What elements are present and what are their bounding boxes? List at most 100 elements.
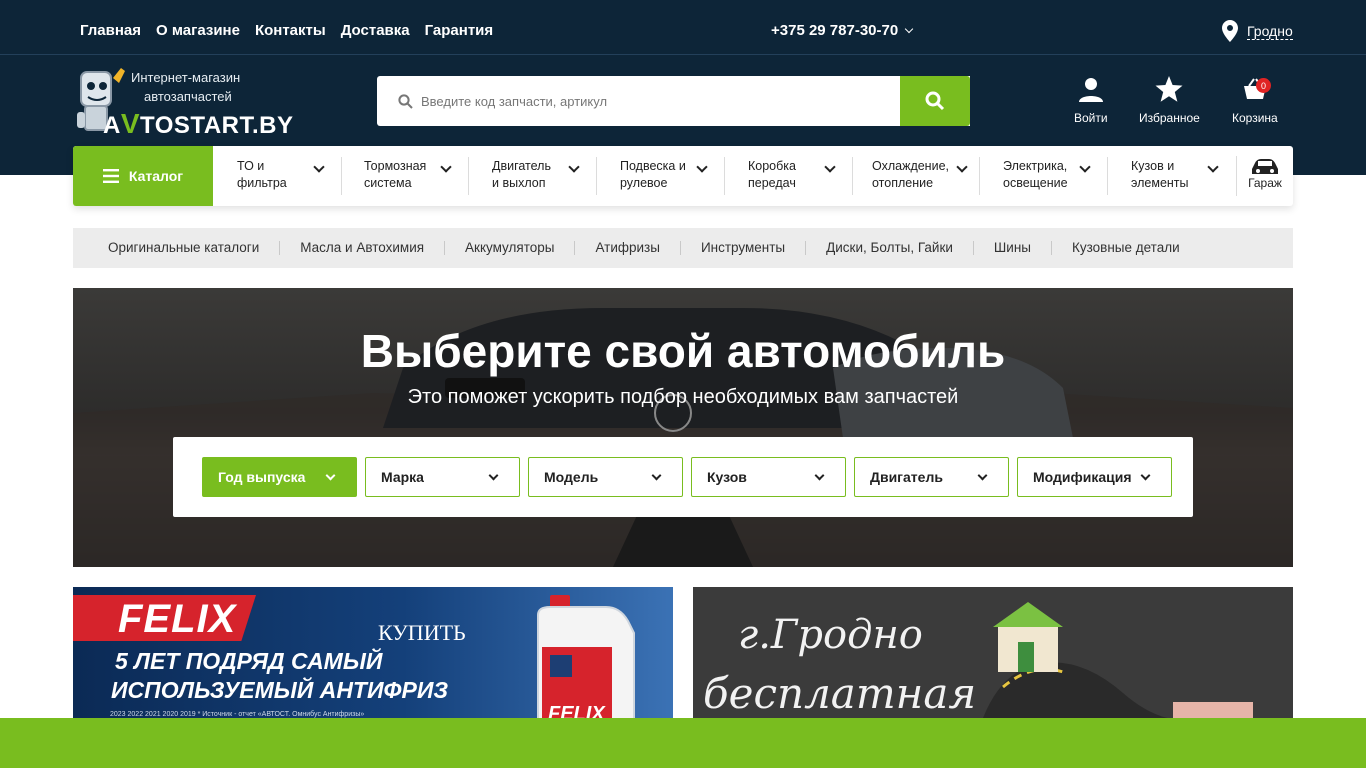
chevron-down-icon: [440, 161, 452, 173]
category-gearbox[interactable]: Коробка передач: [748, 158, 840, 194]
catalog-bar: Каталог ТО и фильтра Тормозная система Д…: [73, 146, 1293, 206]
category-electrics-lighting[interactable]: Электрика, освещение: [1003, 158, 1095, 194]
garage-label: Гараж: [1248, 176, 1282, 190]
subnav-batteries[interactable]: Аккумуляторы: [445, 241, 576, 255]
subnav-wheels-bolts[interactable]: Диски, Болты, Гайки: [806, 241, 974, 255]
category-divider: [979, 157, 980, 195]
search-box: [377, 76, 970, 126]
subnav-tools[interactable]: Инструменты: [681, 241, 807, 255]
banner-city-text: г.Гродно: [738, 612, 923, 658]
grodno-delivery-banner[interactable]: г.Гродно бесплатная: [693, 587, 1293, 718]
chevron-down-icon: [1079, 161, 1091, 173]
category-divider: [341, 157, 342, 195]
chevron-down-icon: [651, 470, 662, 481]
top-nav: Главная О магазине Контакты Доставка Гар…: [80, 22, 493, 39]
chevron-down-icon: [1207, 161, 1219, 173]
car-selector-panel: Год выпуска Марка Модель Кузов Двигатель…: [173, 437, 1193, 517]
logo-brand: AVTOSTART.BY: [103, 108, 293, 140]
category-brake-system[interactable]: Тормозная система: [364, 158, 456, 194]
city-name: Гродно: [1247, 22, 1293, 40]
search-input[interactable]: [421, 93, 891, 109]
category-suspension-steering[interactable]: Подвеска и рулевое: [620, 158, 712, 194]
nav-warranty-link[interactable]: Гарантия: [425, 22, 494, 39]
favorites-button[interactable]: Избранное: [1139, 76, 1200, 125]
select-body-label: Кузов: [707, 469, 747, 485]
select-year-label: Год выпуска: [218, 469, 306, 485]
logo-tagline-1: Интернет-магазин: [131, 70, 241, 85]
category-label: Двигатель и выхлоп: [492, 159, 551, 190]
user-icon: [1078, 78, 1103, 102]
select-model[interactable]: Модель: [528, 457, 683, 497]
star-icon: [1155, 76, 1183, 102]
select-body[interactable]: Кузов: [691, 457, 846, 497]
select-year[interactable]: Год выпуска: [202, 457, 357, 497]
category-label: Тормозная система: [364, 159, 427, 190]
banner-free-text: бесплатная: [703, 669, 977, 718]
location-pin-icon: [1222, 20, 1238, 42]
garage-button[interactable]: Гараж: [1236, 156, 1293, 196]
select-engine[interactable]: Двигатель: [854, 457, 1009, 497]
secondary-nav: Оригинальные каталоги Масла и Автохимия …: [73, 228, 1293, 268]
select-brand-label: Марка: [381, 469, 424, 485]
catalog-label: Каталог: [128, 168, 184, 184]
felix-antifreeze-banner[interactable]: FELIX КУПИТЬ 5 ЛЕТ ПОДРЯД САМЫЙ ИСПОЛЬЗУ…: [73, 587, 673, 718]
category-label: Охлаждение, отопление: [872, 159, 949, 190]
chevron-down-icon: [325, 470, 336, 481]
category-divider: [596, 157, 597, 195]
favorites-label: Избранное: [1139, 111, 1200, 125]
chevron-down-icon: [824, 161, 836, 173]
subnav-antifreeze[interactable]: Атифризы: [575, 241, 681, 255]
cart-button[interactable]: 0 Корзина: [1232, 76, 1278, 125]
category-label: Кузов и элементы: [1131, 159, 1189, 190]
nav-about-link[interactable]: О магазине: [156, 22, 240, 39]
banner-promo-line-1: 5 ЛЕТ ПОДРЯД САМЫЙ: [115, 648, 383, 674]
hamburger-icon: [102, 169, 119, 183]
cart-label: Корзина: [1232, 111, 1278, 125]
logo-brand-v: V: [120, 108, 141, 139]
hero-subtitle: Это поможет ускорить подбор необходимых …: [407, 386, 959, 408]
city-selector[interactable]: Гродно: [1222, 20, 1293, 42]
category-engine-exhaust[interactable]: Двигатель и выхлоп: [492, 158, 584, 194]
chevron-down-icon: [696, 161, 708, 173]
nav-contacts-link[interactable]: Контакты: [255, 22, 326, 39]
chevron-down-icon: [488, 470, 499, 481]
login-button[interactable]: Войти: [1074, 76, 1108, 125]
select-modification-label: Модификация: [1033, 469, 1132, 485]
car-icon: [1252, 159, 1278, 174]
antifreeze-bottle-image: FELIX: [537, 595, 635, 718]
category-label: Коробка передач: [748, 159, 796, 190]
category-body-elements[interactable]: Кузов и элементы: [1131, 158, 1223, 194]
category-label: Электрика, освещение: [1003, 159, 1068, 190]
svg-text:FELIX: FELIX: [548, 703, 606, 718]
nav-delivery-link[interactable]: Доставка: [341, 22, 410, 39]
car-selector-hero: Выберите свой автомобиль Это поможет уск…: [73, 288, 1293, 567]
category-maintenance-filters[interactable]: ТО и фильтра: [237, 158, 329, 194]
catalog-button[interactable]: Каталог: [73, 146, 213, 206]
banner-buy-text: КУПИТЬ: [378, 620, 466, 645]
search-icon: [398, 93, 413, 109]
subnav-tires[interactable]: Шины: [974, 241, 1052, 255]
category-divider: [1107, 157, 1108, 195]
select-model-label: Модель: [544, 469, 599, 485]
phone-number: +375 29 787-30-70: [771, 22, 899, 39]
subnav-oils-chemicals[interactable]: Масла и Автохимия: [280, 241, 446, 255]
search-icon: [925, 91, 945, 111]
phone-dropdown[interactable]: +375 29 787-30-70: [771, 22, 914, 39]
chevron-down-icon: [814, 470, 825, 481]
nav-home-link[interactable]: Главная: [80, 22, 141, 39]
category-cooling-heating[interactable]: Охлаждение, отопление: [872, 158, 972, 194]
subnav-original-catalogs[interactable]: Оригинальные каталоги: [88, 241, 281, 255]
felix-logo: FELIX: [118, 597, 237, 641]
logo-brand-rest: TOSTART.BY: [140, 112, 294, 139]
select-engine-label: Двигатель: [870, 469, 943, 485]
hero-title: Выберите свой автомобиль: [360, 325, 1006, 377]
site-logo[interactable]: Интернет-магазин автозапчастей AVTOSTART…: [73, 64, 293, 140]
category-label: ТО и фильтра: [237, 159, 287, 190]
chevron-down-icon: [313, 161, 325, 173]
chevron-down-icon: [1140, 470, 1151, 481]
select-brand[interactable]: Марка: [365, 457, 520, 497]
search-button[interactable]: [900, 76, 970, 126]
subnav-body-parts[interactable]: Кузовные детали: [1052, 241, 1200, 255]
select-modification[interactable]: Модификация: [1017, 457, 1172, 497]
banner-promo-line-2: ИСПОЛЬЗУЕМЫЙ АНТИФРИЗ: [111, 677, 449, 703]
